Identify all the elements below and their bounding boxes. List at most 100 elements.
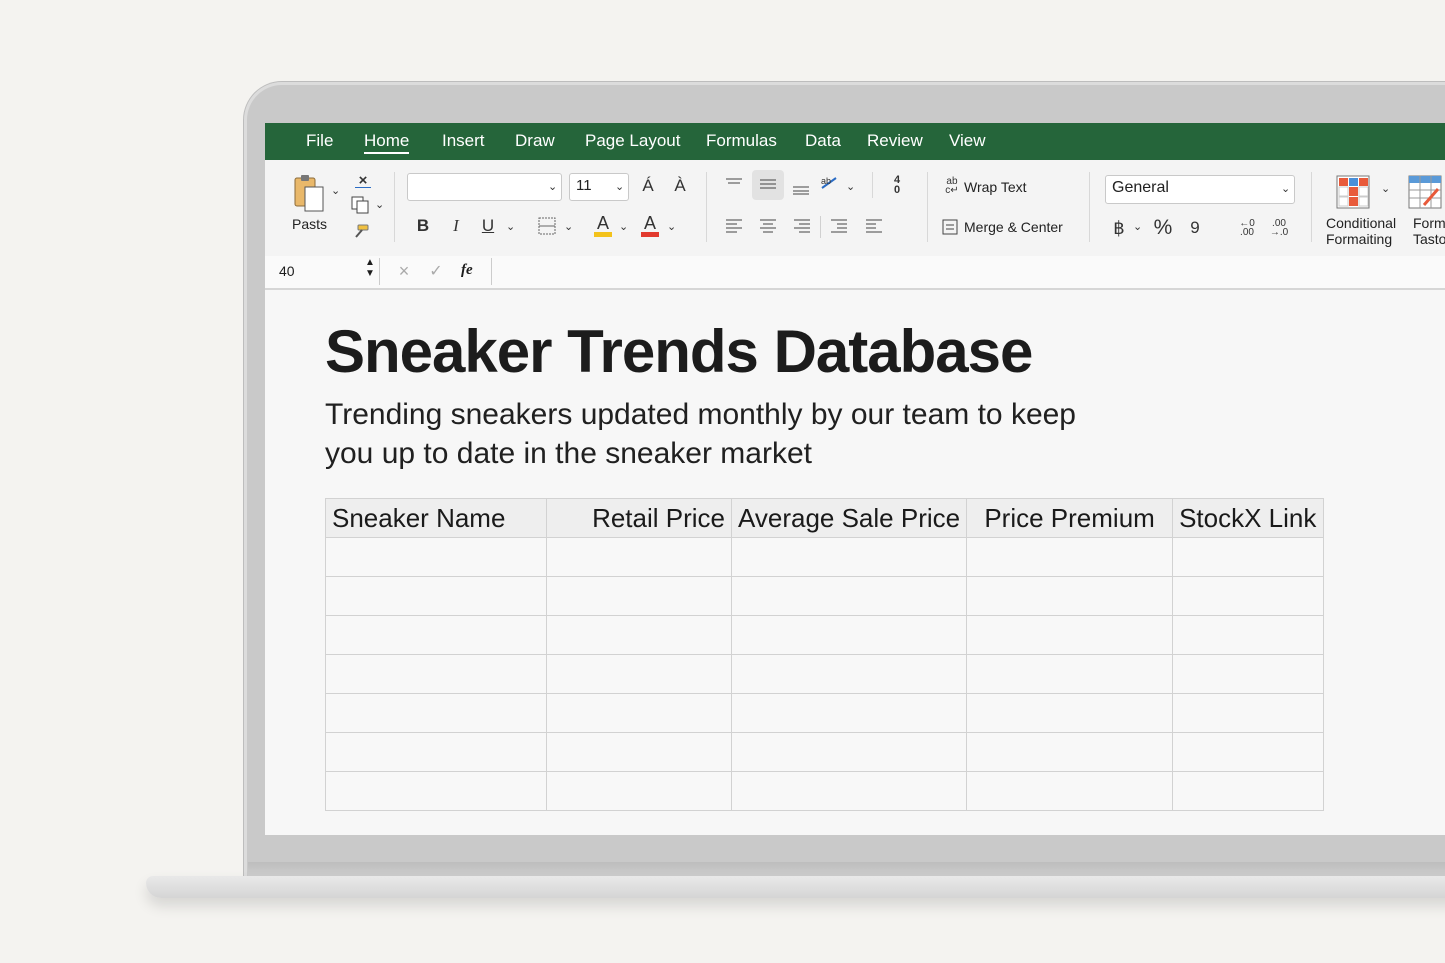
wrap-text-icon[interactable]: ab c↵: [943, 176, 961, 196]
increase-font-icon[interactable]: Á: [637, 174, 659, 198]
tab-data[interactable]: Data: [805, 131, 841, 151]
conditional-formatting-icon[interactable]: [1335, 174, 1371, 210]
align-bottom-icon[interactable]: [790, 178, 812, 198]
paste-label[interactable]: Pasts: [292, 216, 327, 232]
tab-review[interactable]: Review: [867, 131, 923, 151]
wrap-text-label[interactable]: Wrap Text: [964, 179, 1027, 195]
decrease-font-icon[interactable]: À: [669, 174, 691, 198]
align-left-icon[interactable]: [723, 216, 745, 236]
table-cell[interactable]: [1172, 771, 1325, 811]
number-format-select[interactable]: General: [1105, 175, 1295, 204]
table-cell[interactable]: [730, 615, 968, 655]
align-top-icon[interactable]: [723, 174, 745, 194]
table-cell[interactable]: [325, 654, 547, 694]
table-cell[interactable]: [546, 732, 732, 772]
format-as-table-icon[interactable]: [1407, 174, 1443, 210]
format-as-table-label-2[interactable]: Tasto: [1413, 231, 1445, 247]
table-cell[interactable]: [730, 732, 968, 772]
col-header-stockx-link[interactable]: StockX Link: [1172, 498, 1325, 538]
orientation-icon[interactable]: ab: [818, 172, 842, 194]
table-cell[interactable]: [730, 771, 968, 811]
currency-icon[interactable]: ฿: [1110, 216, 1128, 240]
col-header-average-sale-price[interactable]: Average Sale Price: [730, 498, 968, 538]
table-cell[interactable]: [546, 615, 732, 655]
table-cell[interactable]: [546, 654, 732, 694]
table-cell[interactable]: [730, 693, 968, 733]
table-cell[interactable]: [966, 693, 1174, 733]
font-name-dropdown-icon[interactable]: ⌄: [548, 180, 557, 193]
percent-icon[interactable]: %: [1151, 216, 1175, 240]
col-header-retail-price[interactable]: Retail Price: [546, 498, 732, 538]
table-cell[interactable]: [730, 654, 968, 694]
align-right-icon[interactable]: [791, 216, 813, 236]
font-size-dropdown-icon[interactable]: ⌄: [615, 180, 624, 193]
table-cell[interactable]: [1172, 732, 1325, 772]
table-cell[interactable]: [966, 576, 1174, 616]
decrease-decimal-icon[interactable]: .00 →.0: [1267, 216, 1291, 240]
merge-center-icon[interactable]: [941, 218, 959, 236]
align-middle-icon[interactable]: [752, 170, 784, 200]
increase-decimal-icon[interactable]: ←0.00: [1235, 216, 1259, 240]
table-cell[interactable]: [966, 615, 1174, 655]
decrease-indent-icon[interactable]: [828, 216, 850, 236]
col-header-price-premium[interactable]: Price Premium: [966, 498, 1174, 538]
col-header-sneaker-name[interactable]: Sneaker Name: [325, 498, 547, 538]
paste-dropdown-icon[interactable]: ⌄: [331, 184, 340, 197]
italic-icon[interactable]: I: [446, 214, 466, 238]
table-cell[interactable]: [966, 537, 1174, 577]
table-cell[interactable]: [966, 654, 1174, 694]
increase-indent-icon[interactable]: [863, 216, 885, 236]
align-center-icon[interactable]: [757, 216, 779, 236]
table-cell[interactable]: [1172, 654, 1325, 694]
name-box[interactable]: 40 ▲ ▼: [270, 257, 380, 285]
table-cell[interactable]: [546, 693, 732, 733]
table-cell[interactable]: [546, 576, 732, 616]
table-cell[interactable]: [325, 771, 547, 811]
tab-home[interactable]: Home: [364, 131, 410, 154]
fill-color-icon[interactable]: A: [592, 212, 614, 238]
table-cell[interactable]: [966, 732, 1174, 772]
text-direction-icon[interactable]: 40: [885, 174, 909, 196]
insert-function-icon[interactable]: fe: [461, 262, 473, 279]
enter-formula-icon[interactable]: ✓: [426, 260, 446, 282]
conditional-formatting-label-2[interactable]: Formaiting: [1326, 231, 1392, 247]
comma-style-icon[interactable]: 9: [1185, 216, 1205, 240]
conditional-formatting-dropdown-icon[interactable]: ⌄: [1381, 182, 1390, 195]
table-cell[interactable]: [325, 732, 547, 772]
copy-icon[interactable]: [349, 194, 371, 216]
table-cell[interactable]: [730, 576, 968, 616]
tab-page-layout[interactable]: Page Layout: [585, 131, 680, 151]
font-name-select[interactable]: [407, 173, 562, 201]
format-as-table-label-1[interactable]: Form: [1413, 215, 1445, 231]
name-box-spinner-icon[interactable]: ▲ ▼: [365, 257, 375, 279]
table-cell[interactable]: [325, 615, 547, 655]
borders-icon[interactable]: [537, 216, 557, 236]
number-format-dropdown-icon[interactable]: ⌄: [1281, 182, 1290, 195]
table-cell[interactable]: [325, 576, 547, 616]
conditional-formatting-label-1[interactable]: Conditional: [1326, 215, 1396, 231]
tab-file[interactable]: File: [306, 131, 333, 151]
font-color-icon[interactable]: A: [639, 212, 661, 238]
borders-dropdown-icon[interactable]: ⌄: [564, 220, 573, 233]
table-cell[interactable]: [1172, 576, 1325, 616]
tab-draw[interactable]: Draw: [515, 131, 555, 151]
table-cell[interactable]: [1172, 693, 1325, 733]
table-cell[interactable]: [1172, 537, 1325, 577]
orientation-dropdown-icon[interactable]: ⌄: [846, 180, 855, 193]
cancel-formula-icon[interactable]: ×: [394, 260, 414, 282]
currency-dropdown-icon[interactable]: ⌄: [1133, 220, 1142, 233]
font-color-dropdown-icon[interactable]: ⌄: [667, 220, 676, 233]
format-painter-icon[interactable]: [351, 222, 371, 240]
underline-icon[interactable]: U: [478, 214, 498, 238]
table-cell[interactable]: [966, 771, 1174, 811]
table-cell[interactable]: [325, 537, 547, 577]
fill-color-dropdown-icon[interactable]: ⌄: [619, 220, 628, 233]
table-cell[interactable]: [1172, 615, 1325, 655]
copy-dropdown-icon[interactable]: ⌄: [375, 198, 384, 211]
bold-icon[interactable]: B: [413, 214, 433, 238]
table-cell[interactable]: [730, 537, 968, 577]
tab-formulas[interactable]: Formulas: [706, 131, 777, 151]
table-cell[interactable]: [325, 693, 547, 733]
table-cell[interactable]: [546, 537, 732, 577]
merge-center-label[interactable]: Merge & Center: [964, 219, 1063, 235]
